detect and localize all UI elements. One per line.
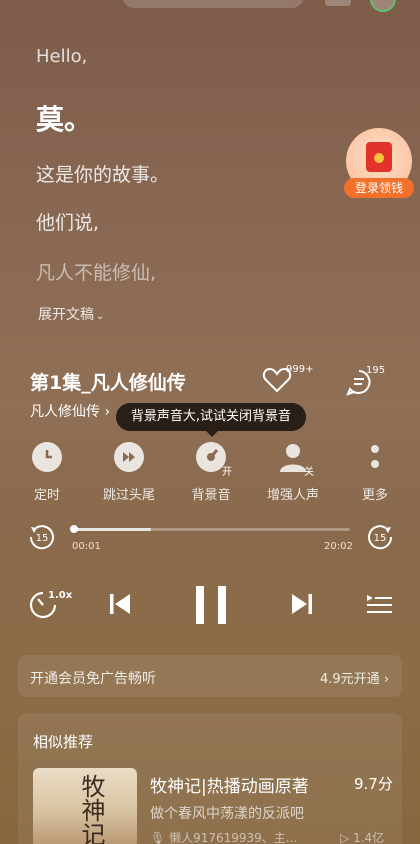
- play-count-icon: ▷: [340, 831, 350, 844]
- timer-label: 定时: [33, 488, 60, 503]
- play-count: 1.4亿: [353, 831, 385, 844]
- story-line-3: 凡人不能修仙,: [36, 262, 157, 284]
- timer-button[interactable]: 定时: [12, 442, 82, 503]
- rewind-15-icon[interactable]: 15: [28, 523, 56, 551]
- skip-forward-icon: [114, 442, 144, 472]
- recommend-desc: 做个春风中荡漾的反派吧: [150, 806, 304, 822]
- recommend-cover[interactable]: 牧神记: [33, 768, 137, 844]
- speed-value: 1.0x: [48, 590, 73, 601]
- recommend-score: 9.7分: [354, 775, 393, 793]
- red-envelope-icon: [366, 142, 392, 172]
- next-track-icon[interactable]: [290, 592, 314, 616]
- recommend-plays: ▷ 1.4亿: [340, 829, 384, 844]
- chevron-down-icon: ⌄: [96, 311, 105, 322]
- mic-icon: 🎙: [150, 831, 166, 844]
- album-name: 凡人修仙传: [30, 404, 100, 420]
- episode-title: 第1集_凡人修仙传: [30, 372, 186, 394]
- voice-enhance-state: 关: [304, 467, 314, 478]
- background-sound-tooltip: 背景声音大,试试关闭背景音: [116, 403, 306, 437]
- comment-count: 195: [366, 365, 386, 376]
- voice-enhance-icon: 关: [278, 442, 314, 478]
- recommend-author: 🎙 懒人917619939、主...: [150, 829, 297, 844]
- pause-icon[interactable]: [194, 586, 228, 624]
- progress-knob[interactable]: [70, 525, 78, 533]
- clock-icon: [32, 442, 62, 472]
- recommend-name[interactable]: 牧神记|热播动画原著: [150, 772, 309, 797]
- forward-15-icon[interactable]: 15: [366, 523, 394, 551]
- background-sound-icon: 开: [196, 442, 232, 478]
- membership-cta-label: 4.9元开通: [320, 672, 380, 687]
- previous-track-icon[interactable]: [108, 592, 132, 616]
- author-name: 懒人917619939、主...: [169, 831, 298, 844]
- rewind-seconds: 15: [36, 533, 49, 544]
- background-sound-label: 背景音: [191, 488, 231, 503]
- skip-label: 跳过头尾: [102, 488, 155, 503]
- cover-title-art: 牧神记: [77, 774, 105, 844]
- status-indicator: [325, 0, 351, 6]
- chevron-right-icon: ›: [104, 404, 111, 420]
- story-line-1: 这是你的故事。: [36, 164, 170, 186]
- like-count: 999+: [286, 364, 314, 375]
- current-time: 00:01: [72, 541, 101, 552]
- album-link[interactable]: 凡人修仙传 ›: [30, 401, 110, 421]
- status-pill: [122, 0, 304, 8]
- story-line-2: 他们说,: [36, 212, 100, 234]
- user-name: 莫。: [36, 103, 93, 136]
- status-avatar: [370, 0, 396, 12]
- more-label: 更多: [361, 488, 388, 503]
- skip-intro-outro-button[interactable]: 跳过头尾: [94, 442, 164, 503]
- voice-enhance-button[interactable]: 关 增强人声: [258, 442, 328, 503]
- more-icon: [360, 442, 390, 472]
- greeting: Hello,: [36, 46, 88, 67]
- membership-text: 开通会员免广告畅听: [30, 671, 156, 687]
- recommend-title: 相似推荐: [33, 733, 94, 751]
- playlist-icon[interactable]: [366, 592, 392, 616]
- voice-enhance-label: 增强人声: [266, 488, 319, 503]
- membership-cta[interactable]: 4.9元开通 ›: [320, 668, 389, 687]
- promo-label[interactable]: 登录领钱: [344, 178, 414, 198]
- progress-fill: [74, 528, 152, 531]
- background-sound-state: 开: [222, 467, 232, 478]
- expand-transcript-link[interactable]: 展开文稿 ⌄: [38, 304, 104, 324]
- chevron-right-icon: ›: [383, 672, 390, 687]
- background-sound-button[interactable]: 开 背景音: [176, 442, 246, 503]
- expand-label: 展开文稿: [38, 307, 94, 323]
- more-button[interactable]: 更多: [340, 442, 410, 503]
- total-time: 20:02: [324, 541, 353, 552]
- forward-seconds: 15: [374, 533, 387, 544]
